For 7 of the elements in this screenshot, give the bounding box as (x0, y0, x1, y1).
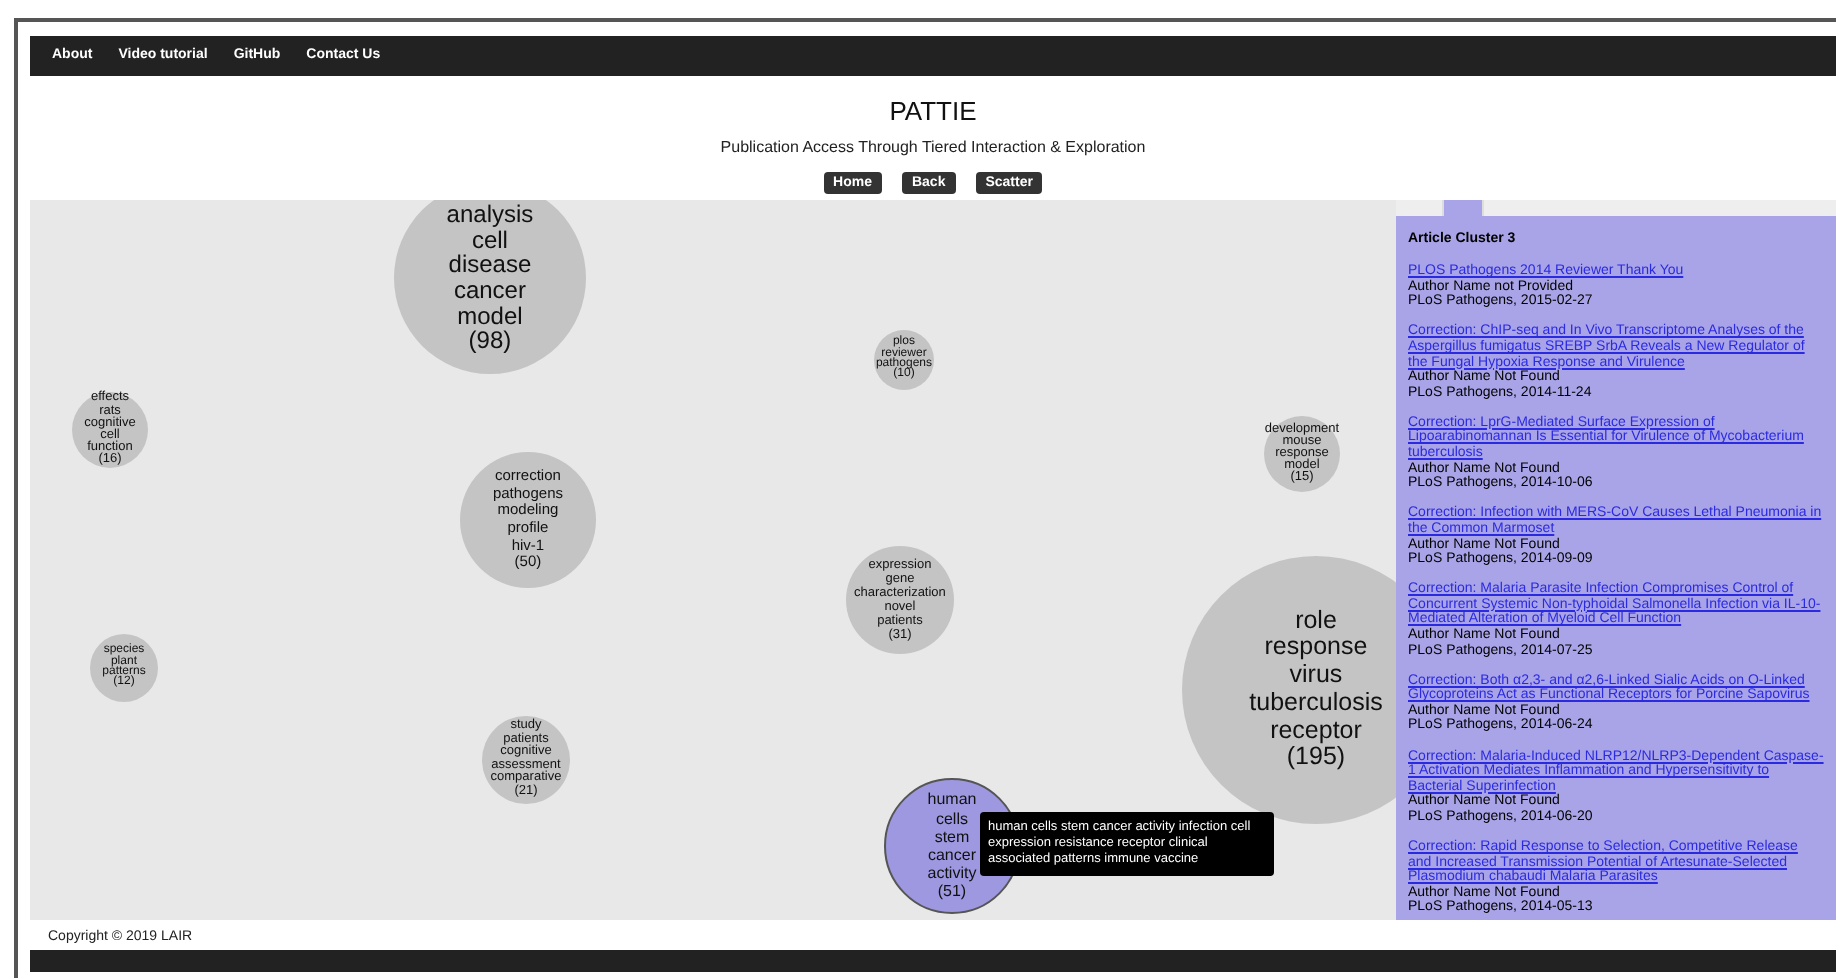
bubble-label: role response virus tuberculosis receptor (195) (1249, 607, 1383, 773)
app-subtitle: Publication Access Through Tiered Interaction & Exploration (720, 138, 1146, 158)
app-title: PATTIE (889, 96, 977, 126)
cluster-bubble[interactable]: analysis cell disease cancer model (98) (394, 200, 585, 374)
bubble-label: human cells stem cancer activity (51) (927, 790, 977, 902)
panel-tab[interactable] (1442, 200, 1484, 216)
bubble-label: analysis cell disease cancer model (98) (446, 202, 534, 354)
